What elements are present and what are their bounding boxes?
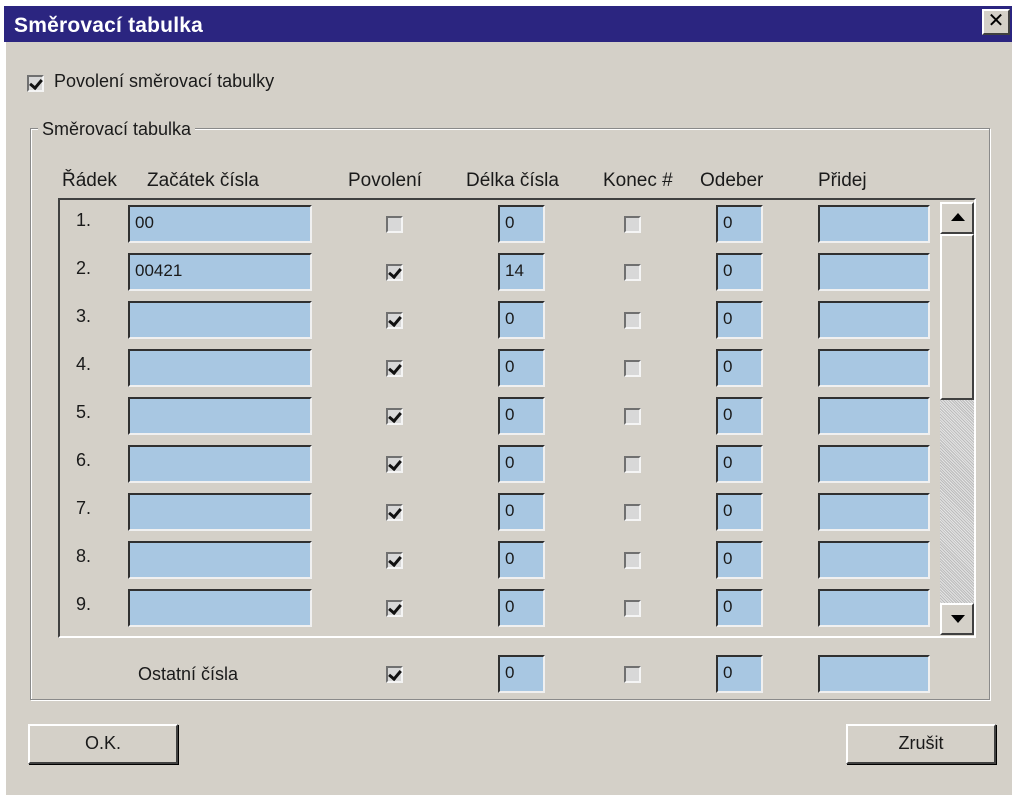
row-4-remove-input[interactable]: 0 bbox=[716, 349, 763, 387]
other-add-input[interactable] bbox=[818, 655, 930, 693]
row-4-prefix-input[interactable] bbox=[128, 349, 312, 387]
row-1-row-number: 1. bbox=[76, 210, 92, 230]
row-2-enabled-checkbox[interactable] bbox=[386, 264, 403, 281]
row-7-prefix-input[interactable] bbox=[128, 493, 312, 531]
row-3-remove-input[interactable]: 0 bbox=[716, 301, 763, 339]
row-9-enabled-checkbox[interactable] bbox=[386, 600, 403, 617]
row-9-row-number: 9. bbox=[76, 594, 92, 614]
row-7-length-input[interactable]: 0 bbox=[498, 493, 545, 531]
row-1-enabled-checkbox[interactable] bbox=[386, 216, 403, 233]
row-9-add-input[interactable] bbox=[818, 589, 930, 627]
col-header-add: Přidej bbox=[818, 170, 867, 191]
row-6-hash-end-checkbox[interactable] bbox=[624, 456, 641, 473]
row-3-prefix-input[interactable] bbox=[128, 301, 312, 339]
row-8-enabled-checkbox[interactable] bbox=[386, 552, 403, 569]
row-6-length-input[interactable]: 0 bbox=[498, 445, 545, 483]
row-3-row-number: 3. bbox=[76, 306, 92, 326]
row-8-remove-input[interactable]: 0 bbox=[716, 541, 763, 579]
scroll-up-button[interactable] bbox=[940, 202, 974, 234]
row-5-enabled-checkbox[interactable] bbox=[386, 408, 403, 425]
row-7-remove-input[interactable]: 0 bbox=[716, 493, 763, 531]
row-6-enabled-checkbox[interactable] bbox=[386, 456, 403, 473]
col-header-enabled: Povolení bbox=[348, 170, 422, 191]
row-2-prefix-input[interactable]: 00421 bbox=[128, 253, 312, 291]
other-enabled-checkbox[interactable] bbox=[386, 666, 403, 683]
row-3-length-input[interactable]: 0 bbox=[498, 301, 545, 339]
row-6-remove-input[interactable]: 0 bbox=[716, 445, 763, 483]
col-header-hash-end: Konec # bbox=[603, 170, 673, 191]
col-header-row: Řádek bbox=[62, 170, 117, 191]
row-7-add-input[interactable] bbox=[818, 493, 930, 531]
group-legend: Směrovací tabulka bbox=[38, 119, 196, 140]
row-2-remove-input[interactable]: 0 bbox=[716, 253, 763, 291]
row-6-prefix-input[interactable] bbox=[128, 445, 312, 483]
row-1-length-input[interactable]: 0 bbox=[498, 205, 545, 243]
row-8-prefix-input[interactable] bbox=[128, 541, 312, 579]
row-6-row-number: 6. bbox=[76, 450, 92, 470]
row-1-hash-end-checkbox[interactable] bbox=[624, 216, 641, 233]
scrollbar-thumb[interactable] bbox=[940, 234, 974, 400]
col-header-length: Délka čísla bbox=[466, 170, 559, 191]
cancel-button[interactable]: Zrušit bbox=[846, 724, 996, 764]
arrow-up-icon bbox=[951, 213, 965, 221]
row-6-add-input[interactable] bbox=[818, 445, 930, 483]
row-7-hash-end-checkbox[interactable] bbox=[624, 504, 641, 521]
row-9-length-input[interactable]: 0 bbox=[498, 589, 545, 627]
row-8-hash-end-checkbox[interactable] bbox=[624, 552, 641, 569]
row-4-length-input[interactable]: 0 bbox=[498, 349, 545, 387]
row-8-length-input[interactable]: 0 bbox=[498, 541, 545, 579]
row-1-remove-input[interactable]: 0 bbox=[716, 205, 763, 243]
row-1-add-input[interactable] bbox=[818, 205, 930, 243]
row-8-add-input[interactable] bbox=[818, 541, 930, 579]
row-8-row-number: 8. bbox=[76, 546, 92, 566]
row-7-enabled-checkbox[interactable] bbox=[386, 504, 403, 521]
row-5-prefix-input[interactable] bbox=[128, 397, 312, 435]
other-remove-input[interactable]: 0 bbox=[716, 655, 763, 693]
row-3-hash-end-checkbox[interactable] bbox=[624, 312, 641, 329]
row-5-remove-input[interactable]: 0 bbox=[716, 397, 763, 435]
row-2-row-number: 2. bbox=[76, 258, 92, 278]
other-hash-end-checkbox[interactable] bbox=[624, 666, 641, 683]
row-9-remove-input[interactable]: 0 bbox=[716, 589, 763, 627]
row-5-add-input[interactable] bbox=[818, 397, 930, 435]
row-2-hash-end-checkbox[interactable] bbox=[624, 264, 641, 281]
enable-table-label: Povolení směrovací tabulky bbox=[54, 71, 275, 91]
enable-table-checkbox[interactable] bbox=[27, 75, 44, 92]
row-9-prefix-input[interactable] bbox=[128, 589, 312, 627]
row-1-prefix-input[interactable]: 00 bbox=[128, 205, 312, 243]
window-title: Směrovací tabulka bbox=[14, 14, 203, 37]
close-icon[interactable]: ✕ bbox=[982, 9, 1010, 35]
other-numbers-label: Ostatní čísla bbox=[138, 664, 239, 684]
row-4-enabled-checkbox[interactable] bbox=[386, 360, 403, 377]
row-2-length-input[interactable]: 14 bbox=[498, 253, 545, 291]
row-5-length-input[interactable]: 0 bbox=[498, 397, 545, 435]
row-4-add-input[interactable] bbox=[818, 349, 930, 387]
row-5-hash-end-checkbox[interactable] bbox=[624, 408, 641, 425]
scroll-down-button[interactable] bbox=[940, 603, 974, 635]
row-4-row-number: 4. bbox=[76, 354, 92, 374]
row-2-add-input[interactable] bbox=[818, 253, 930, 291]
other-length-input[interactable]: 0 bbox=[498, 655, 545, 693]
row-9-hash-end-checkbox[interactable] bbox=[624, 600, 641, 617]
ok-button[interactable]: O.K. bbox=[28, 724, 178, 764]
row-5-row-number: 5. bbox=[76, 402, 92, 422]
arrow-down-icon bbox=[951, 615, 965, 623]
row-3-add-input[interactable] bbox=[818, 301, 930, 339]
col-header-remove: Odeber bbox=[700, 170, 764, 191]
row-7-row-number: 7. bbox=[76, 498, 92, 518]
title-bar: Směrovací tabulka bbox=[4, 6, 1012, 42]
col-header-prefix: Začátek čísla bbox=[147, 170, 259, 191]
row-4-hash-end-checkbox[interactable] bbox=[624, 360, 641, 377]
row-3-enabled-checkbox[interactable] bbox=[386, 312, 403, 329]
